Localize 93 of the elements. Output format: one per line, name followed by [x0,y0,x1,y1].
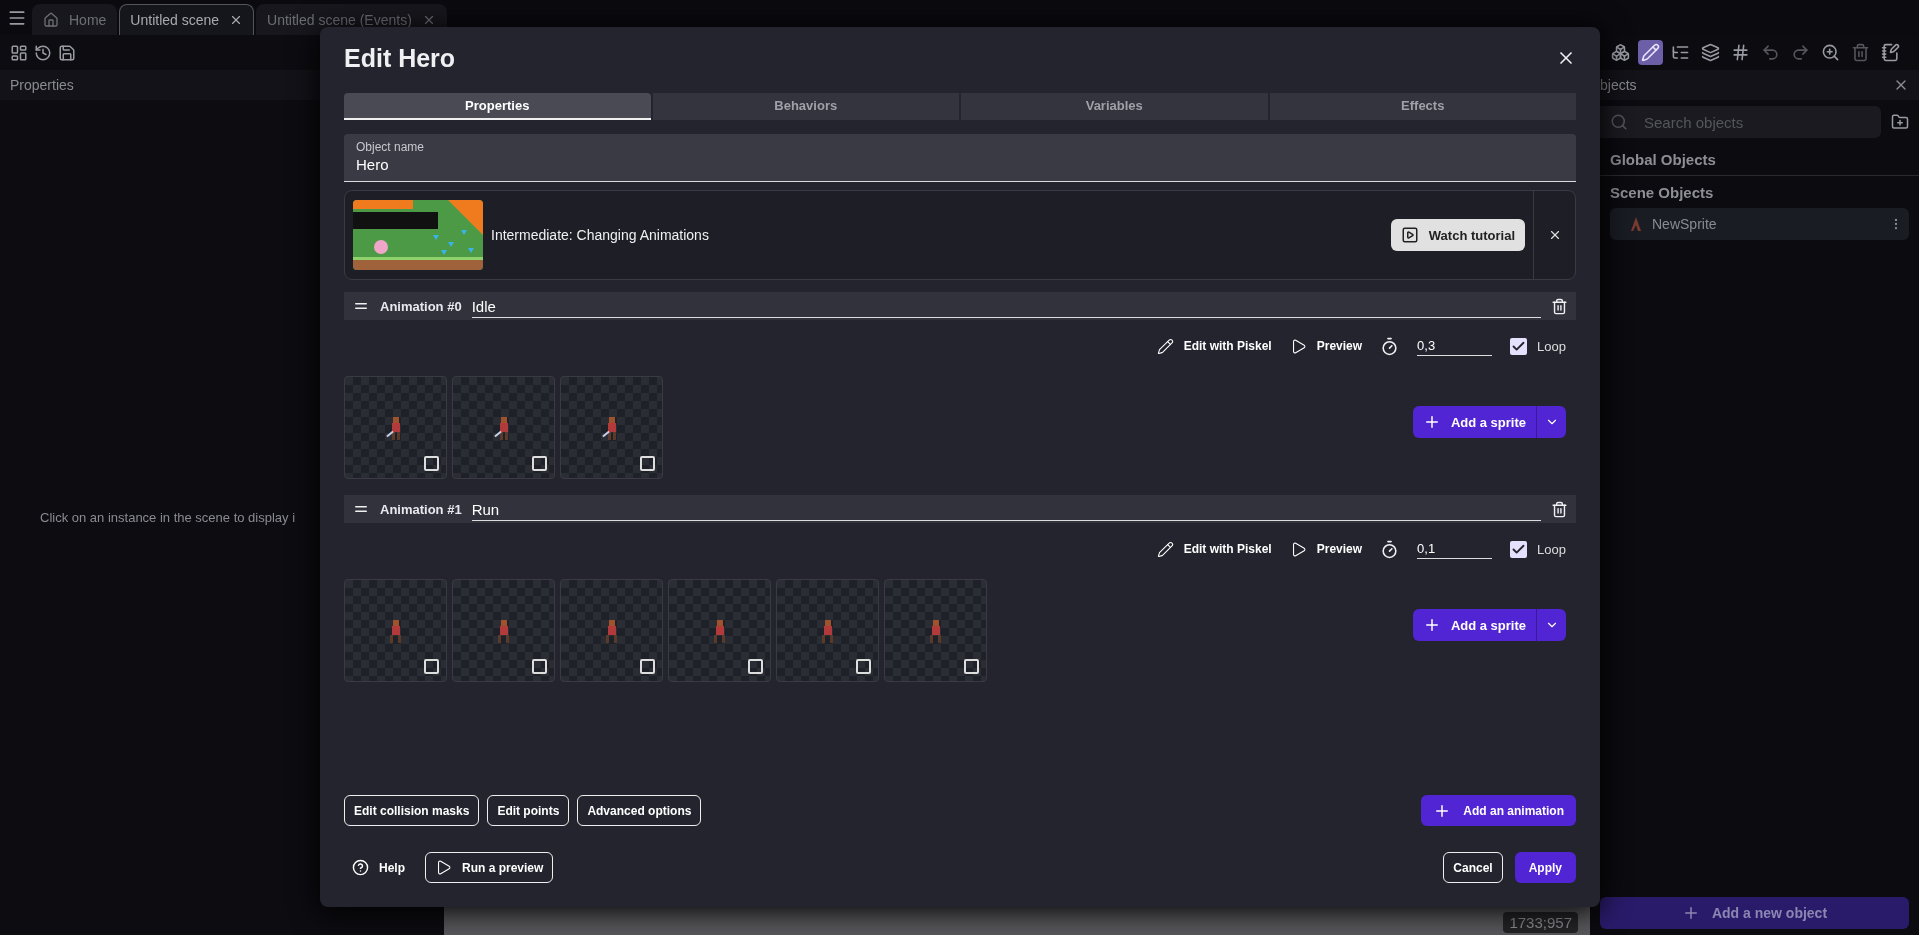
grid-icon [1731,43,1750,62]
add-sprite-button[interactable]: Add a sprite [1412,406,1536,438]
loop-label: Loop [1537,541,1566,557]
loop-checkbox[interactable] [1510,540,1528,558]
sprite-thumbnail[interactable] [884,579,987,682]
field-label: Object name [356,140,426,154]
trash-icon[interactable] [1551,297,1568,315]
sprite-thumbnail[interactable] [344,376,447,479]
trash-icon[interactable] [1551,500,1568,518]
add-sprite-button[interactable]: Add a sprite [1412,609,1536,641]
animation-name-field[interactable]: Idle [471,294,1541,318]
editor-tab[interactable]: Home [32,4,118,35]
dialog-tab[interactable]: Effects [1269,93,1576,120]
home-icon [43,12,59,28]
preview-button[interactable]: Preview [1289,337,1363,355]
sprite-checkbox[interactable] [856,659,871,674]
sprite-thumbnail[interactable] [344,579,447,682]
animation-label: Animation #0 [380,298,462,314]
sprite-checkbox[interactable] [532,456,547,471]
sprite-thumbnail[interactable] [452,376,555,479]
sprite-thumbnail[interactable] [776,579,879,682]
sprite-checkbox[interactable] [424,456,439,471]
run-preview-button[interactable]: Run a preview [425,852,554,883]
help-icon [352,859,369,876]
sprite-checkbox[interactable] [640,456,655,471]
animation-name-input[interactable]: Run [471,500,672,518]
watch-tutorial-button[interactable]: Watch tutorial [1390,219,1525,251]
object-list-item[interactable]: NewSprite [1610,208,1909,240]
animation-name-input[interactable]: Idle [471,297,672,315]
tutorial-title: Intermediate: Changing Animations [491,227,710,243]
play-icon [435,859,452,876]
object-name-field[interactable]: Object name Hero [344,134,1576,182]
sprite-thumbnail[interactable] [452,579,555,682]
sprite-thumbnail[interactable] [560,579,663,682]
dialog-tab[interactable]: Behaviors [652,93,959,120]
zoom-in-icon [1821,43,1840,62]
action-button[interactable]: Advanced options [577,795,702,826]
duration-field[interactable]: 0,1 [1417,539,1493,559]
folder-add-icon[interactable] [1891,113,1909,131]
preview-button[interactable]: Preview [1289,540,1363,558]
save-icon[interactable] [58,43,76,62]
tab-label: Untitled scene [130,12,220,28]
search-input[interactable]: Search objects [1642,112,1822,132]
edit-with-piskel-button[interactable]: Edit with Piskel [1156,540,1272,558]
empty-hint: Click on an instance in the scene to display i [40,510,296,525]
help-button[interactable]: Help [344,859,413,876]
panel-title: bjects [1600,77,1637,93]
duration-field[interactable]: 0,3 [1417,336,1493,356]
pencil-icon [1156,337,1174,355]
redo-icon [1791,43,1810,62]
trash-icon [1851,43,1870,62]
dialog-tab[interactable]: Properties [344,93,651,120]
layers-icon [1701,43,1720,62]
cubes-icon [1611,43,1630,62]
sprite-checkbox[interactable] [748,659,763,674]
action-button[interactable]: Edit collision masks [344,795,480,826]
editor-tab[interactable]: Untitled scene [119,4,255,35]
sprite-thumbnail[interactable] [560,376,663,479]
loop-label: Loop [1537,338,1566,354]
animation-label: Animation #1 [380,501,462,517]
history-icon[interactable] [34,43,52,62]
sprite-checkbox[interactable] [640,659,655,674]
apply-button[interactable]: Apply [1514,852,1576,883]
play-icon [1400,226,1419,244]
loop-checkbox[interactable] [1510,337,1528,355]
figure-icon [1630,217,1642,231]
add-object-button[interactable]: Add a new object [1600,897,1909,929]
layout-icon[interactable] [10,43,28,62]
sprite-checkbox[interactable] [424,659,439,674]
timer-icon [1380,336,1400,356]
object-name-input[interactable]: Hero [356,156,1564,173]
animation-name-field[interactable]: Run [471,497,1541,521]
pencil-icon [1641,43,1660,62]
dialog-tab[interactable]: Variables [961,93,1268,120]
cursor-coordinates: 1733;957 [1503,912,1578,933]
list-icon [1671,43,1690,62]
toolbar-button[interactable] [1638,40,1663,65]
tab-label: Untitled scene (Events) [267,12,412,28]
sprite-checkbox[interactable] [532,659,547,674]
pencil-icon [1156,540,1174,558]
object-name: NewSprite [1652,216,1718,232]
action-button[interactable]: Edit points [487,795,570,826]
cancel-button[interactable]: Cancel [1443,852,1503,883]
tab-label: Home [69,12,107,28]
undo-icon [1761,43,1780,62]
sprite-thumbnail[interactable] [668,579,771,682]
dialog-title: Edit Hero [344,43,456,73]
notebook-icon [1881,43,1900,62]
sprite-checkbox[interactable] [964,659,979,674]
search-icon [1610,113,1628,131]
add-animation-button[interactable]: Add an animation [1421,795,1576,826]
timer-icon [1380,539,1400,559]
edit-with-piskel-button[interactable]: Edit with Piskel [1156,337,1272,355]
